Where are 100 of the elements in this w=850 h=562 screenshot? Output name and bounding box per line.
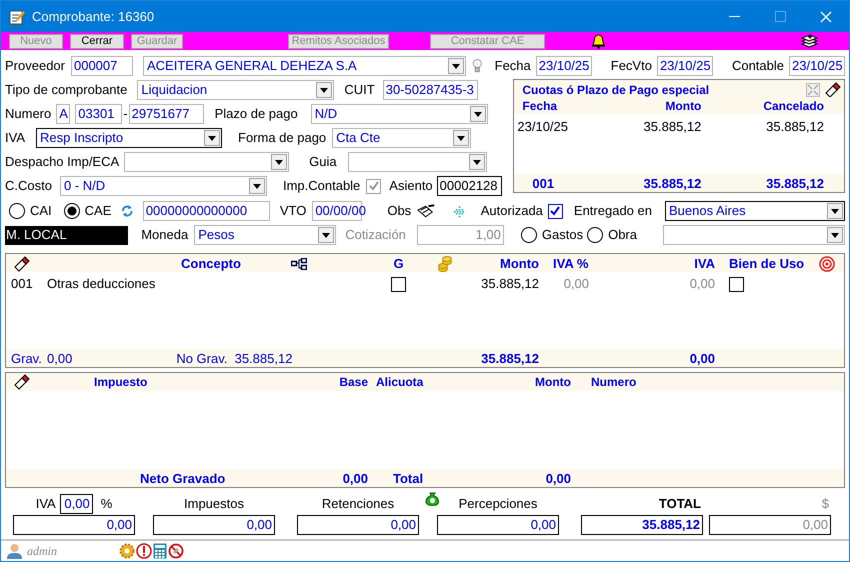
dots-icon[interactable]	[453, 204, 466, 218]
field-label: Autorizada	[480, 202, 543, 220]
dropdown[interactable]: Resp Inscripto	[36, 128, 222, 148]
dropdown-button[interactable]	[453, 130, 470, 146]
dropdown[interactable]: Cta Cte	[332, 128, 472, 148]
input-field[interactable]: 23/10/25	[536, 56, 592, 76]
table-cell-text: Otras deducciones	[46, 275, 156, 294]
caret-icon	[275, 160, 284, 164]
field-label: Fecha	[494, 57, 531, 76]
currency-label: M. LOCAL	[5, 226, 128, 244]
dropdown-button[interactable]	[470, 106, 486, 122]
checkbox[interactable]	[548, 204, 563, 218]
caret-icon	[320, 88, 328, 92]
field-label: Plazo de pago	[214, 105, 298, 124]
table-cell-text: 35.885,12	[642, 118, 702, 136]
radio-button[interactable]	[64, 203, 80, 219]
dropdown-button[interactable]	[468, 154, 485, 170]
eraser-icon[interactable]	[824, 82, 842, 98]
column-header: Monto	[664, 98, 702, 115]
gear-icon[interactable]	[119, 543, 135, 559]
input-field[interactable]: 30-50287435-3	[382, 80, 478, 100]
input-field[interactable]: 23/10/25	[656, 56, 713, 76]
input-field[interactable]: 0,00	[153, 515, 275, 535]
radio-button[interactable]	[9, 203, 25, 219]
field-label: FecVto	[610, 57, 652, 76]
checkbox[interactable]	[391, 276, 406, 292]
dropdown[interactable]: Liquidacion	[137, 80, 334, 100]
input-field[interactable]: 0,00	[437, 515, 559, 535]
panel-title: Cuotas ó Plazo de Pago especial	[522, 82, 710, 98]
caret-icon	[452, 64, 460, 68]
input-field[interactable]: 03301	[75, 104, 122, 124]
document-icon	[9, 8, 25, 24]
eraser-icon[interactable]	[13, 256, 31, 272]
input-field[interactable]: 00002128	[436, 176, 502, 196]
input-field[interactable]: 0,00	[13, 515, 135, 535]
caret-icon	[208, 136, 216, 140]
input-field[interactable]: 0,00	[60, 494, 93, 514]
input-field[interactable]: 35.885,12	[581, 515, 703, 535]
dropdown-button[interactable]	[248, 178, 265, 194]
dropdown[interactable]: ACEITERA GENERAL DEHEZA S.A	[142, 56, 466, 76]
table-cell-text: 0,00	[688, 350, 716, 368]
field-label: Entregado en	[574, 202, 652, 220]
field-label: C.Costo	[5, 177, 52, 196]
field-label: VTO	[280, 202, 306, 220]
window-title: Comprobante: 16360	[32, 8, 154, 26]
caret-icon	[474, 112, 482, 116]
user-name: admin	[27, 543, 57, 560]
caret-icon	[831, 232, 839, 238]
caret-icon	[830, 208, 839, 214]
input-field[interactable]: 29751677	[128, 104, 204, 124]
dropdown-button[interactable]	[318, 227, 334, 243]
column-header: IVA	[693, 255, 716, 273]
refresh-icon[interactable]	[121, 204, 134, 218]
coins-icon[interactable]	[438, 255, 452, 272]
dropdown[interactable]: Buenos Aires	[664, 201, 845, 221]
checkbox[interactable]	[729, 276, 744, 292]
dropdown[interactable]: N/D	[310, 104, 488, 124]
dropdown-button[interactable]	[448, 58, 464, 74]
caret-icon	[322, 232, 330, 238]
bell-icon[interactable]	[590, 33, 607, 49]
column-header: Monto	[534, 374, 572, 391]
radio-button[interactable]	[520, 227, 537, 243]
stack-icon[interactable]	[801, 33, 818, 49]
input-field[interactable]: A	[56, 104, 70, 124]
field-label: Percepciones	[458, 495, 538, 514]
table-cell-text: 23/10/25	[517, 118, 569, 136]
dropdown-button[interactable]	[271, 154, 288, 170]
input-field[interactable]: 00000000000000	[142, 201, 270, 221]
pen-icon[interactable]	[417, 204, 436, 218]
dropdown-button[interactable]	[827, 227, 843, 243]
column-header: Fecha	[522, 98, 558, 115]
column-header: Bien de Uso	[728, 255, 806, 273]
blocked-icon[interactable]	[168, 543, 184, 559]
table-cell-text: 0,00	[562, 275, 590, 294]
dropdown[interactable]: Pesos	[194, 225, 336, 245]
table-cell-text: 0,00	[544, 470, 572, 488]
toolbar-button[interactable]: Cerrar	[70, 34, 124, 48]
dropdown-button[interactable]	[316, 82, 332, 98]
input-field[interactable]: 000007	[70, 56, 133, 76]
calculator-icon[interactable]	[153, 543, 167, 559]
dropdown-button[interactable]	[204, 130, 220, 146]
radio-button[interactable]	[587, 227, 604, 243]
dropdown[interactable]: 0 - N/D	[60, 176, 267, 196]
input-field[interactable]: 23/10/25	[789, 56, 845, 76]
expand-icon[interactable]	[806, 82, 820, 96]
field-label: Imp.Contable	[282, 177, 360, 196]
user-icon	[7, 543, 22, 559]
field-label: Asiento	[389, 177, 433, 196]
input-field[interactable]: 0,00	[297, 515, 419, 535]
eraser-icon[interactable]	[13, 374, 31, 390]
caret-icon	[457, 136, 466, 140]
field-label: CUIT	[344, 81, 375, 100]
table-cell-text: 35.885,12	[642, 175, 702, 193]
target-icon[interactable]	[819, 256, 835, 272]
lightbulb-icon[interactable]	[472, 57, 483, 75]
money-bag-icon[interactable]	[425, 491, 440, 506]
dropdown-button[interactable]	[826, 203, 843, 219]
hierarchy-icon[interactable]	[291, 258, 307, 270]
table-cell-text: 001	[10, 275, 34, 294]
warning-icon[interactable]	[136, 543, 152, 559]
